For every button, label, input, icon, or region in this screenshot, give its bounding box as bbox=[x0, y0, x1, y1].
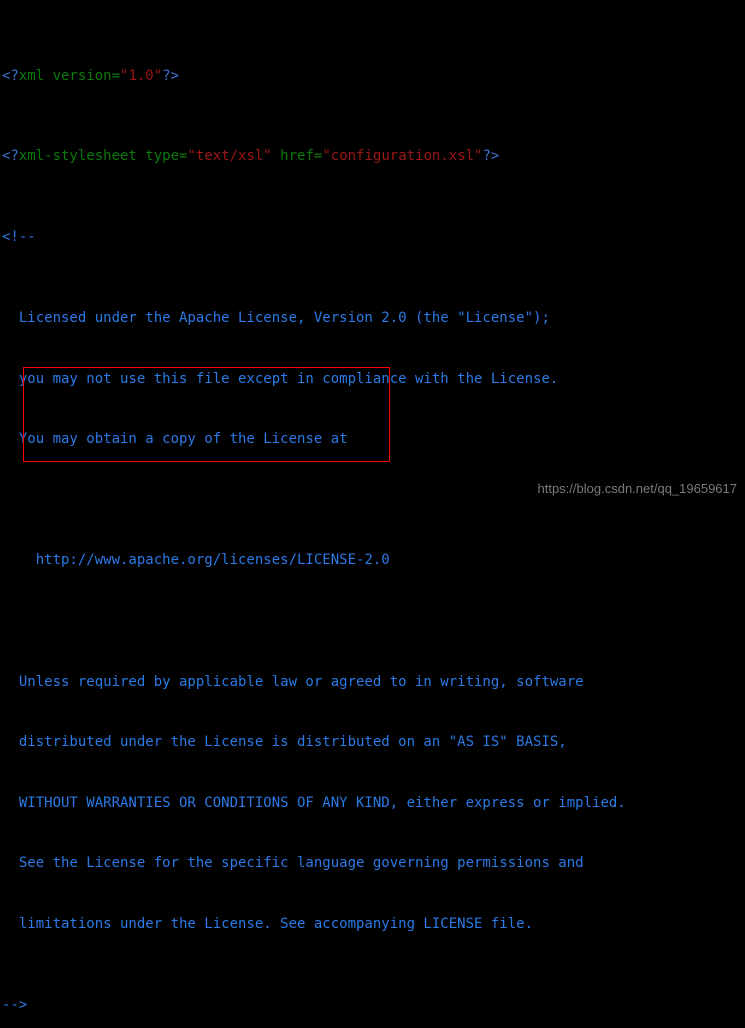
processing-instruction-close: ?> bbox=[162, 67, 180, 84]
xml-version-attr-name: xml version bbox=[18, 67, 112, 84]
stylesheet-pi-close: ?> bbox=[482, 148, 500, 165]
code-line-license-comment-open: <!-- bbox=[2, 229, 36, 246]
stylesheet-href-attr-value: "configuration.xsl" bbox=[322, 148, 483, 165]
code-line-license-5: distributed under the License is distrib… bbox=[2, 734, 567, 751]
code-line-license-comment-close: --> bbox=[2, 996, 28, 1013]
watermark-text: https://blog.csdn.net/qq_19659617 bbox=[537, 481, 738, 496]
terminal-window: <?xml version="1.0"?> <?xml-stylesheet t… bbox=[0, 0, 745, 1013]
code-line-license-6: WITHOUT WARRANTIES OR CONDITIONS OF ANY … bbox=[2, 794, 626, 811]
code-line-license-url: http://www.apache.org/licenses/LICENSE-2… bbox=[2, 552, 390, 569]
code-line-xml-declaration: <?xml version="1.0"?> bbox=[2, 66, 626, 86]
stylesheet-href-attr-name: href bbox=[271, 148, 314, 165]
stylesheet-pi-open: <? bbox=[2, 148, 19, 165]
code-line-license-1: Licensed under the Apache License, Versi… bbox=[2, 310, 550, 326]
stylesheet-type-attr-name: xml-stylesheet type bbox=[18, 148, 180, 165]
xml-version-equals: = bbox=[111, 67, 121, 84]
code-line-license-blank-2 bbox=[2, 611, 626, 631]
code-line-license-2: you may not use this file except in comp… bbox=[2, 370, 559, 387]
code-line-license-7: See the License for the specific languag… bbox=[2, 855, 584, 872]
stylesheet-type-attr-value: "text/xsl" bbox=[187, 148, 272, 165]
processing-instruction-open: <? bbox=[2, 67, 19, 84]
xml-source-code[interactable]: <?xml version="1.0"?> <?xml-stylesheet t… bbox=[0, 0, 626, 1028]
code-line-xml-stylesheet: <?xml-stylesheet type="text/xsl" href="c… bbox=[2, 146, 626, 166]
code-line-license-8: limitations under the License. See accom… bbox=[2, 915, 534, 932]
code-line-license-blank-1 bbox=[2, 490, 626, 510]
code-line-license-4: Unless required by applicable law or agr… bbox=[2, 673, 584, 690]
xml-version-attr-value: "1.0" bbox=[120, 67, 163, 84]
code-line-license-3: You may obtain a copy of the License at bbox=[2, 431, 348, 448]
